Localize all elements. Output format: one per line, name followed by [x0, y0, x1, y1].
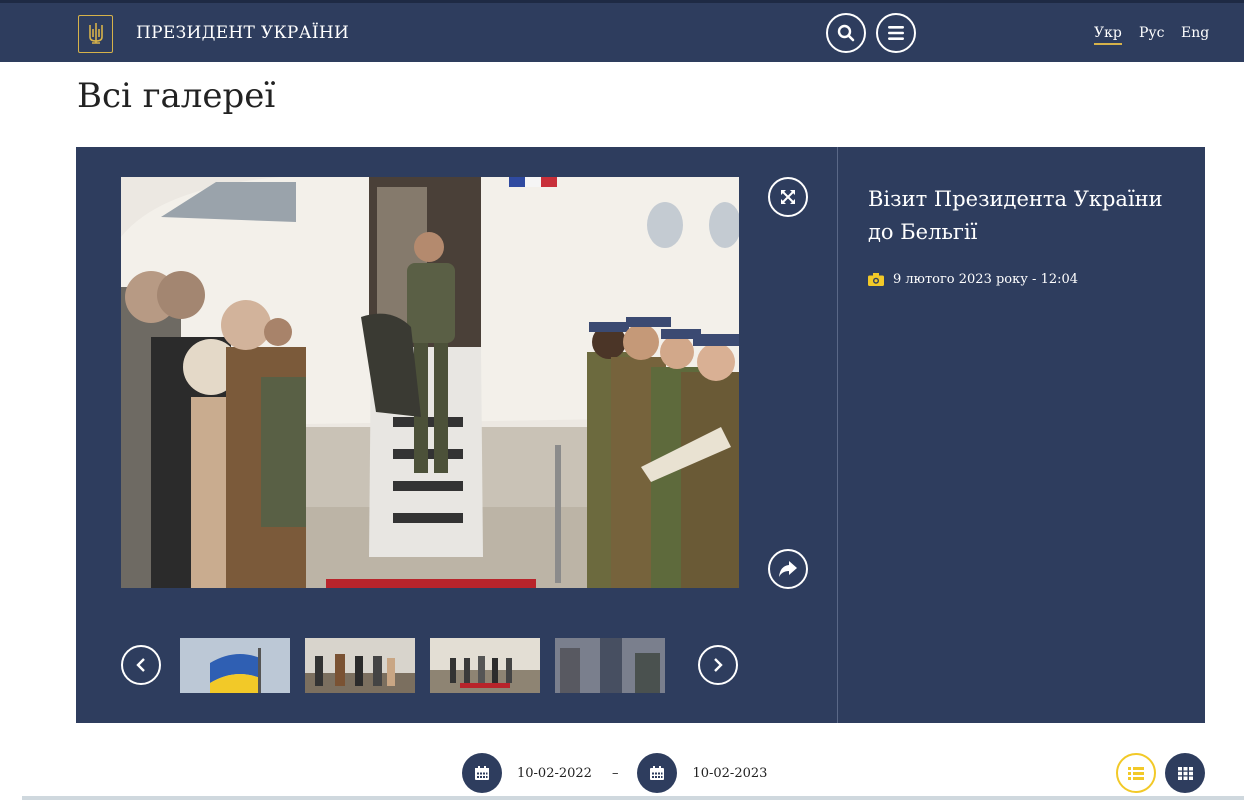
gallery-thumbnail[interactable]	[430, 638, 540, 693]
gallery-prev-button[interactable]	[121, 645, 161, 685]
grid-view-icon	[1177, 766, 1193, 780]
share-button[interactable]	[768, 549, 808, 589]
gallery-main-photo[interactable]	[121, 177, 739, 588]
gallery-title[interactable]: Візит Президента України до Бельгії	[868, 183, 1188, 249]
gallery-viewer: Візит Президента України до Бельгії 9 лю…	[76, 147, 1205, 723]
share-icon	[779, 561, 797, 577]
chevron-right-icon	[714, 658, 723, 672]
menu-icon	[888, 26, 904, 40]
gallery-thumbnail[interactable]	[180, 638, 290, 693]
menu-button[interactable]	[876, 13, 916, 53]
lang-ukr[interactable]: Укр	[1094, 25, 1122, 45]
date-from-calendar-button[interactable]	[462, 753, 502, 793]
expand-icon	[781, 190, 795, 204]
gallery-date: 9 лютого 2023 року - 12:04	[868, 272, 1078, 287]
search-button[interactable]	[826, 13, 866, 53]
site-brand[interactable]: ПРЕЗИДЕНТ УКРАЇНИ	[136, 23, 349, 43]
search-icon	[837, 24, 855, 42]
content-preview-strip	[22, 796, 1244, 800]
trident-logo-icon[interactable]	[78, 15, 113, 53]
gallery-thumbnail[interactable]	[305, 638, 415, 693]
site-header: ПРЕЗИДЕНТ УКРАЇНИ Укр Рус Eng	[0, 0, 1244, 62]
gallery-next-button[interactable]	[698, 645, 738, 685]
date-to-calendar-button[interactable]	[637, 753, 678, 793]
gallery-media-panel	[76, 147, 838, 723]
gallery-date-text: 9 лютого 2023 року - 12:04	[893, 272, 1079, 287]
date-to-value[interactable]: 10-02-2023	[692, 766, 767, 781]
date-range-separator: –	[611, 765, 619, 781]
calendar-icon	[475, 766, 489, 780]
calendar-icon	[650, 766, 665, 780]
camera-icon	[868, 273, 884, 286]
lang-eng[interactable]: Eng	[1181, 25, 1209, 41]
chevron-left-icon	[136, 658, 145, 672]
grid-view-button[interactable]	[1165, 753, 1205, 793]
page-title: Всі галереї	[77, 76, 276, 116]
fullscreen-button[interactable]	[768, 177, 808, 217]
gallery-thumbnail[interactable]	[555, 638, 665, 693]
lang-rus[interactable]: Рус	[1139, 25, 1165, 41]
date-from-value[interactable]: 10-02-2022	[517, 766, 592, 781]
list-view-button[interactable]	[1116, 753, 1156, 793]
date-filter: 10-02-2022 – 10-02-2023	[462, 753, 767, 793]
list-view-icon	[1128, 766, 1144, 780]
